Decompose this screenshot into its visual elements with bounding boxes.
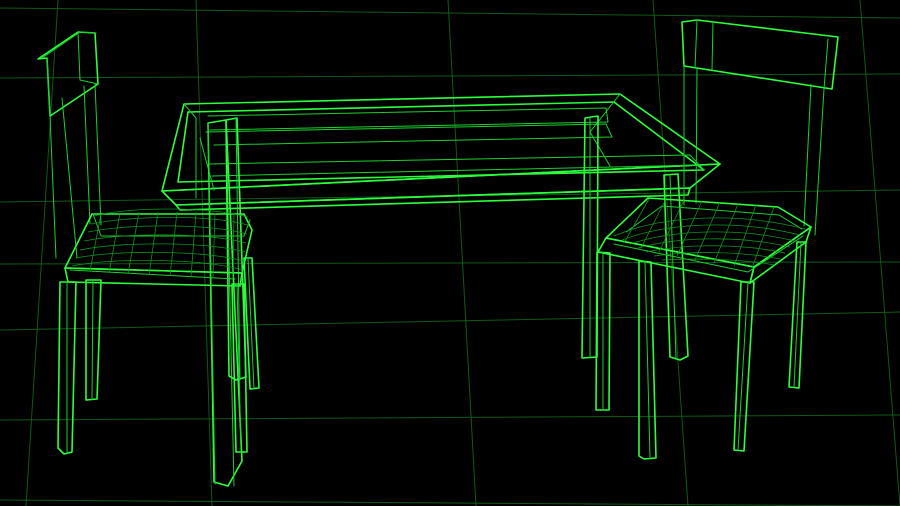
wireframe-canvas xyxy=(0,0,900,506)
chair-right-wireframe xyxy=(595,19,839,460)
chair-left-wireframe xyxy=(37,31,260,455)
floor-grid xyxy=(0,0,900,506)
wireframe-viewport[interactable] xyxy=(0,0,900,506)
